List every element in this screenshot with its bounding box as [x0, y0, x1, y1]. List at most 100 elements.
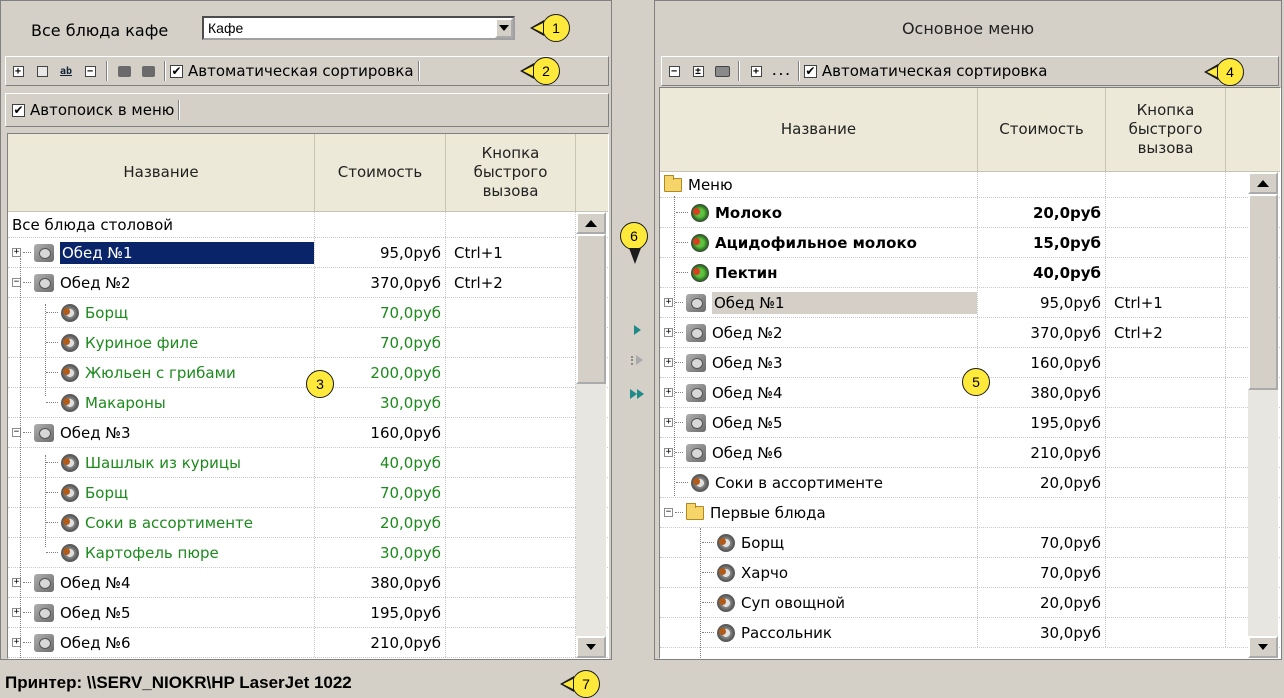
scroll-down-arrow-icon[interactable]: [1248, 636, 1278, 658]
cafe-combobox[interactable]: Кафе: [202, 16, 515, 40]
expand-icon[interactable]: +: [12, 248, 21, 257]
table-row[interactable]: Борщ 70,0руб: [8, 298, 608, 328]
autosort-checkbox-left[interactable]: ✔ Автоматическая сортировка: [170, 62, 414, 80]
row-hotkey: [446, 628, 576, 657]
column-header-price[interactable]: Стоимость: [315, 134, 446, 211]
expand-icon[interactable]: +: [664, 388, 673, 397]
scroll-down-arrow-icon[interactable]: [576, 636, 606, 658]
set-lunch-icon: [34, 423, 54, 442]
toolbar-separator: [738, 61, 740, 81]
folder-icon: [686, 502, 704, 520]
row-name: Обед №2: [60, 273, 131, 292]
checkbox-icon[interactable]: ✔: [12, 103, 25, 117]
callout-3: 3: [306, 370, 334, 398]
row-hotkey: [1106, 528, 1226, 557]
table-row[interactable]: Суп овощной 20,0руб: [660, 588, 1280, 618]
expand-icon[interactable]: +: [664, 448, 673, 457]
table-row[interactable]: Харчо 70,0руб: [660, 558, 1280, 588]
table-row[interactable]: + Обед №6 210,0руб: [8, 628, 608, 658]
move-all-right-button[interactable]: [624, 384, 650, 404]
more-button[interactable]: ...: [771, 62, 791, 80]
scroll-up-arrow-icon[interactable]: [1248, 172, 1278, 194]
row-name: Обед №4: [60, 573, 131, 592]
toolbar-separator: [178, 100, 181, 120]
expand-icon[interactable]: +: [664, 328, 673, 337]
scrollbar-thumb[interactable]: [576, 234, 606, 384]
move-selected-right-button[interactable]: [624, 350, 650, 370]
column-header-price[interactable]: Стоимость: [978, 88, 1106, 171]
cafe-combobox-value: Кафе: [208, 20, 244, 36]
column-header-name[interactable]: Название: [8, 134, 315, 211]
dish-icon: [61, 363, 79, 382]
expand-icon[interactable]: +: [664, 358, 673, 367]
row-price: 380,0руб: [978, 378, 1106, 407]
rename-icon[interactable]: ab: [57, 62, 75, 80]
table-row[interactable]: + Обед №4 380,0руб: [8, 568, 608, 598]
row-hotkey: Ctrl+2: [446, 268, 576, 297]
row-hotkey: [1106, 378, 1226, 407]
row-price: 30,0руб: [315, 538, 446, 567]
table-row[interactable]: + Обед №6 210,0руб: [660, 438, 1280, 468]
row-hotkey: Ctrl+1: [446, 238, 576, 267]
print-icon[interactable]: [713, 62, 731, 80]
row-hotkey: Ctrl+1: [1106, 288, 1226, 317]
row-price: 210,0руб: [315, 628, 446, 657]
table-row[interactable]: Пектин 40,0руб: [660, 258, 1280, 288]
row-price: 95,0руб: [315, 238, 446, 267]
add-item-icon[interactable]: +: [9, 62, 27, 80]
left-vertical-scrollbar[interactable]: [576, 212, 606, 658]
row-name: Обед №6: [60, 633, 131, 652]
table-row[interactable]: + Обед №1 95,0руб Ctrl+1: [8, 238, 608, 268]
table-row[interactable]: + Обед №2 370,0руб Ctrl+2: [660, 318, 1280, 348]
table-row[interactable]: − Обед №2 370,0руб Ctrl+2: [8, 268, 608, 298]
table-row[interactable]: Борщ 70,0руб: [8, 478, 608, 508]
table-row[interactable]: Соки в ассортименте 20,0руб: [660, 468, 1280, 498]
expand-all-icon[interactable]: ±: [689, 62, 707, 80]
checkbox-icon[interactable]: ✔: [803, 64, 817, 78]
remove-item-icon[interactable]: −: [81, 62, 99, 80]
collapse-icon[interactable]: −: [664, 508, 673, 517]
autosearch-checkbox[interactable]: ✔ Автопоиск в меню: [12, 101, 174, 119]
expand-icon[interactable]: +: [664, 298, 673, 307]
table-row[interactable]: Борщ 70,0руб: [660, 528, 1280, 558]
table-row[interactable]: Картофель пюре 30,0руб: [8, 538, 608, 568]
scroll-up-arrow-icon[interactable]: [576, 212, 606, 234]
row-hotkey: [1106, 588, 1226, 617]
paste-icon[interactable]: [139, 62, 157, 80]
table-row[interactable]: − Первые блюда: [660, 498, 1280, 528]
add-folder-icon[interactable]: +: [747, 62, 765, 80]
table-row[interactable]: Шашлык из курицы 40,0руб: [8, 448, 608, 478]
table-row[interactable]: − Обед №3 160,0руб: [8, 418, 608, 448]
right-pane: Основное меню − ± + ... ✔ Автоматическая…: [654, 0, 1282, 660]
row-hotkey: [1106, 258, 1226, 287]
row-name: Обед №1: [59, 240, 314, 265]
column-header-name[interactable]: Название: [660, 88, 978, 171]
right-vertical-scrollbar[interactable]: [1248, 172, 1278, 658]
table-row[interactable]: + Обед №1 95,0руб Ctrl+1: [660, 288, 1280, 318]
grid-body: Меню Молоко 20,0руб Ацидофильное молоко …: [660, 172, 1280, 658]
column-header-hotkey[interactable]: Кнопка быстрого вызова: [446, 134, 576, 211]
set-lunch-icon: [34, 633, 54, 652]
table-row[interactable]: Рассольник 30,0руб: [660, 618, 1280, 648]
column-header-hotkey[interactable]: Кнопка быстрого вызова: [1106, 88, 1226, 171]
copy-item-icon[interactable]: [33, 62, 51, 80]
table-row[interactable]: Молоко 20,0руб: [660, 198, 1280, 228]
checkbox-icon[interactable]: ✔: [170, 64, 183, 78]
tree-root-row[interactable]: Все блюда столовой: [8, 212, 608, 238]
table-row[interactable]: + Обед №5 195,0руб: [660, 408, 1280, 438]
copy-icon[interactable]: [115, 62, 133, 80]
dish-icon: [717, 533, 735, 552]
table-row[interactable]: Ацидофильное молоко 15,0руб: [660, 228, 1280, 258]
table-row[interactable]: Соки в ассортименте 20,0руб: [8, 508, 608, 538]
expand-icon[interactable]: +: [664, 418, 673, 427]
row-name: Борщ: [85, 303, 129, 322]
collapse-all-icon[interactable]: −: [665, 62, 683, 80]
autosort-checkbox-right[interactable]: ✔ Автоматическая сортировка: [803, 62, 1048, 80]
table-row[interactable]: + Обед №5 195,0руб: [8, 598, 608, 628]
set-lunch-icon: [34, 603, 54, 622]
move-right-button[interactable]: [624, 320, 650, 340]
tree-root-row[interactable]: Меню: [660, 172, 1280, 198]
table-row[interactable]: Куриное филе 70,0руб: [8, 328, 608, 358]
chevron-down-icon[interactable]: [495, 18, 513, 38]
scrollbar-thumb[interactable]: [1248, 194, 1278, 390]
